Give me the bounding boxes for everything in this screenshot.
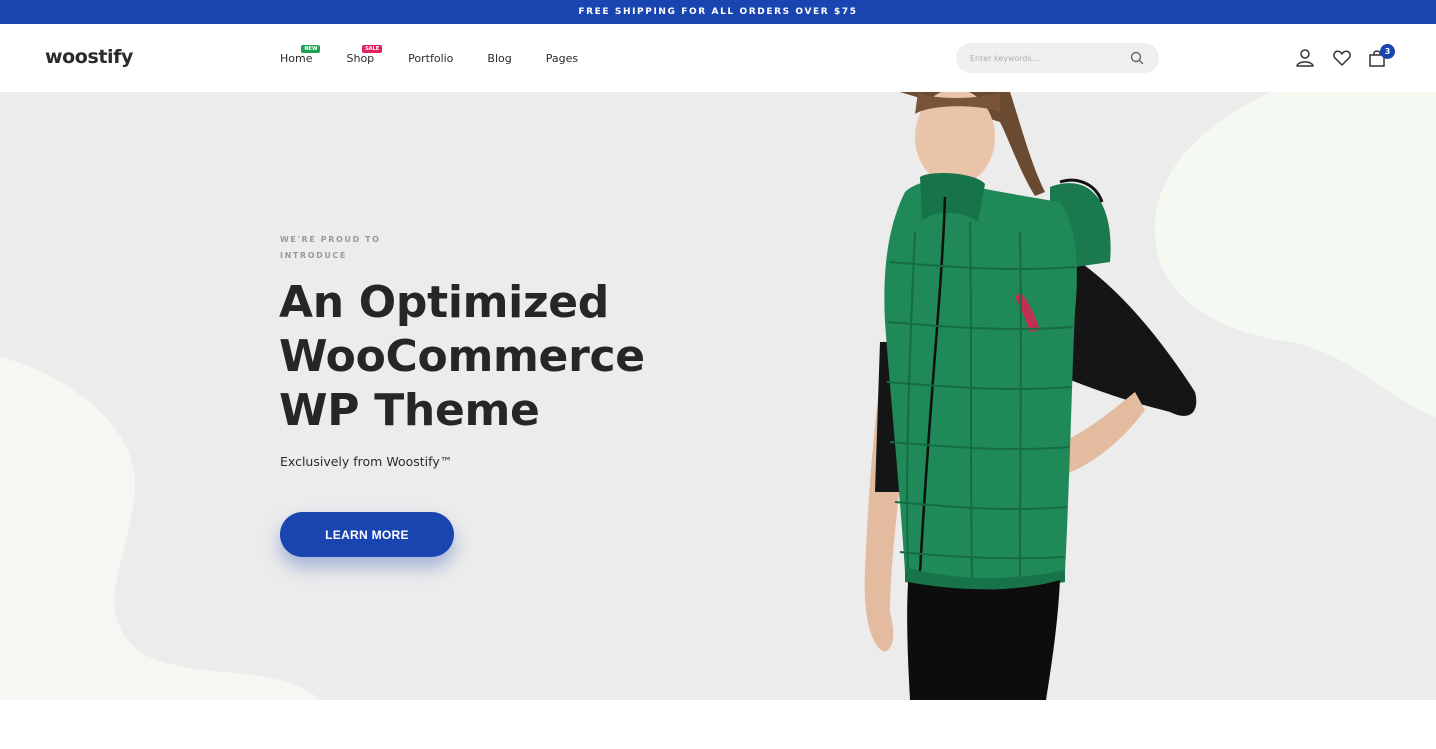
announcement-bar: FREE SHIPPING FOR ALL ORDERS OVER $75 [0, 0, 1436, 24]
cart-count-badge: 3 [1380, 44, 1395, 59]
hero-model-image [864, 92, 1197, 700]
site-header: woostify Home NEW Shop SALE Portfolio Bl… [0, 24, 1436, 92]
learn-more-button[interactable]: LEARN MORE [280, 512, 454, 557]
search-icon[interactable] [1129, 50, 1145, 66]
hero-background-shapes [0, 92, 1436, 700]
hero-banner: WE'RE PROUD TO INTRODUCE An Optimized Wo… [0, 92, 1436, 700]
nav-item-portfolio[interactable]: Portfolio [408, 52, 453, 65]
search-bar [956, 43, 1159, 73]
nav-item-shop[interactable]: Shop SALE [346, 45, 383, 65]
nav-item-home[interactable]: Home NEW [280, 45, 321, 65]
nav-label: Pages [545, 52, 579, 65]
hero-title: An Optimized WooCommerce WP Theme [279, 277, 645, 436]
main-nav: Home NEW Shop SALE Portfolio Blog Pages [280, 45, 612, 65]
search-input[interactable] [970, 50, 1120, 66]
hero-eyebrow: WE'RE PROUD TO INTRODUCE [280, 235, 381, 260]
heart-icon[interactable] [1331, 47, 1353, 69]
site-logo[interactable]: woostify [45, 46, 133, 68]
nav-label: Home [280, 52, 313, 65]
page-content-below [0, 700, 1436, 749]
nav-label: Blog [487, 52, 512, 65]
nav-label: Portfolio [408, 52, 454, 65]
sale-badge: SALE [362, 45, 383, 53]
nav-item-pages[interactable]: Pages [546, 52, 578, 65]
nav-label: Shop [346, 52, 375, 65]
user-icon[interactable] [1294, 47, 1316, 69]
nav-item-blog[interactable]: Blog [487, 52, 511, 65]
announcement-text: FREE SHIPPING FOR ALL ORDERS OVER $75 [578, 7, 858, 17]
hero-subtitle: Exclusively from Woostify™ [280, 454, 453, 469]
new-badge: NEW [301, 45, 321, 53]
